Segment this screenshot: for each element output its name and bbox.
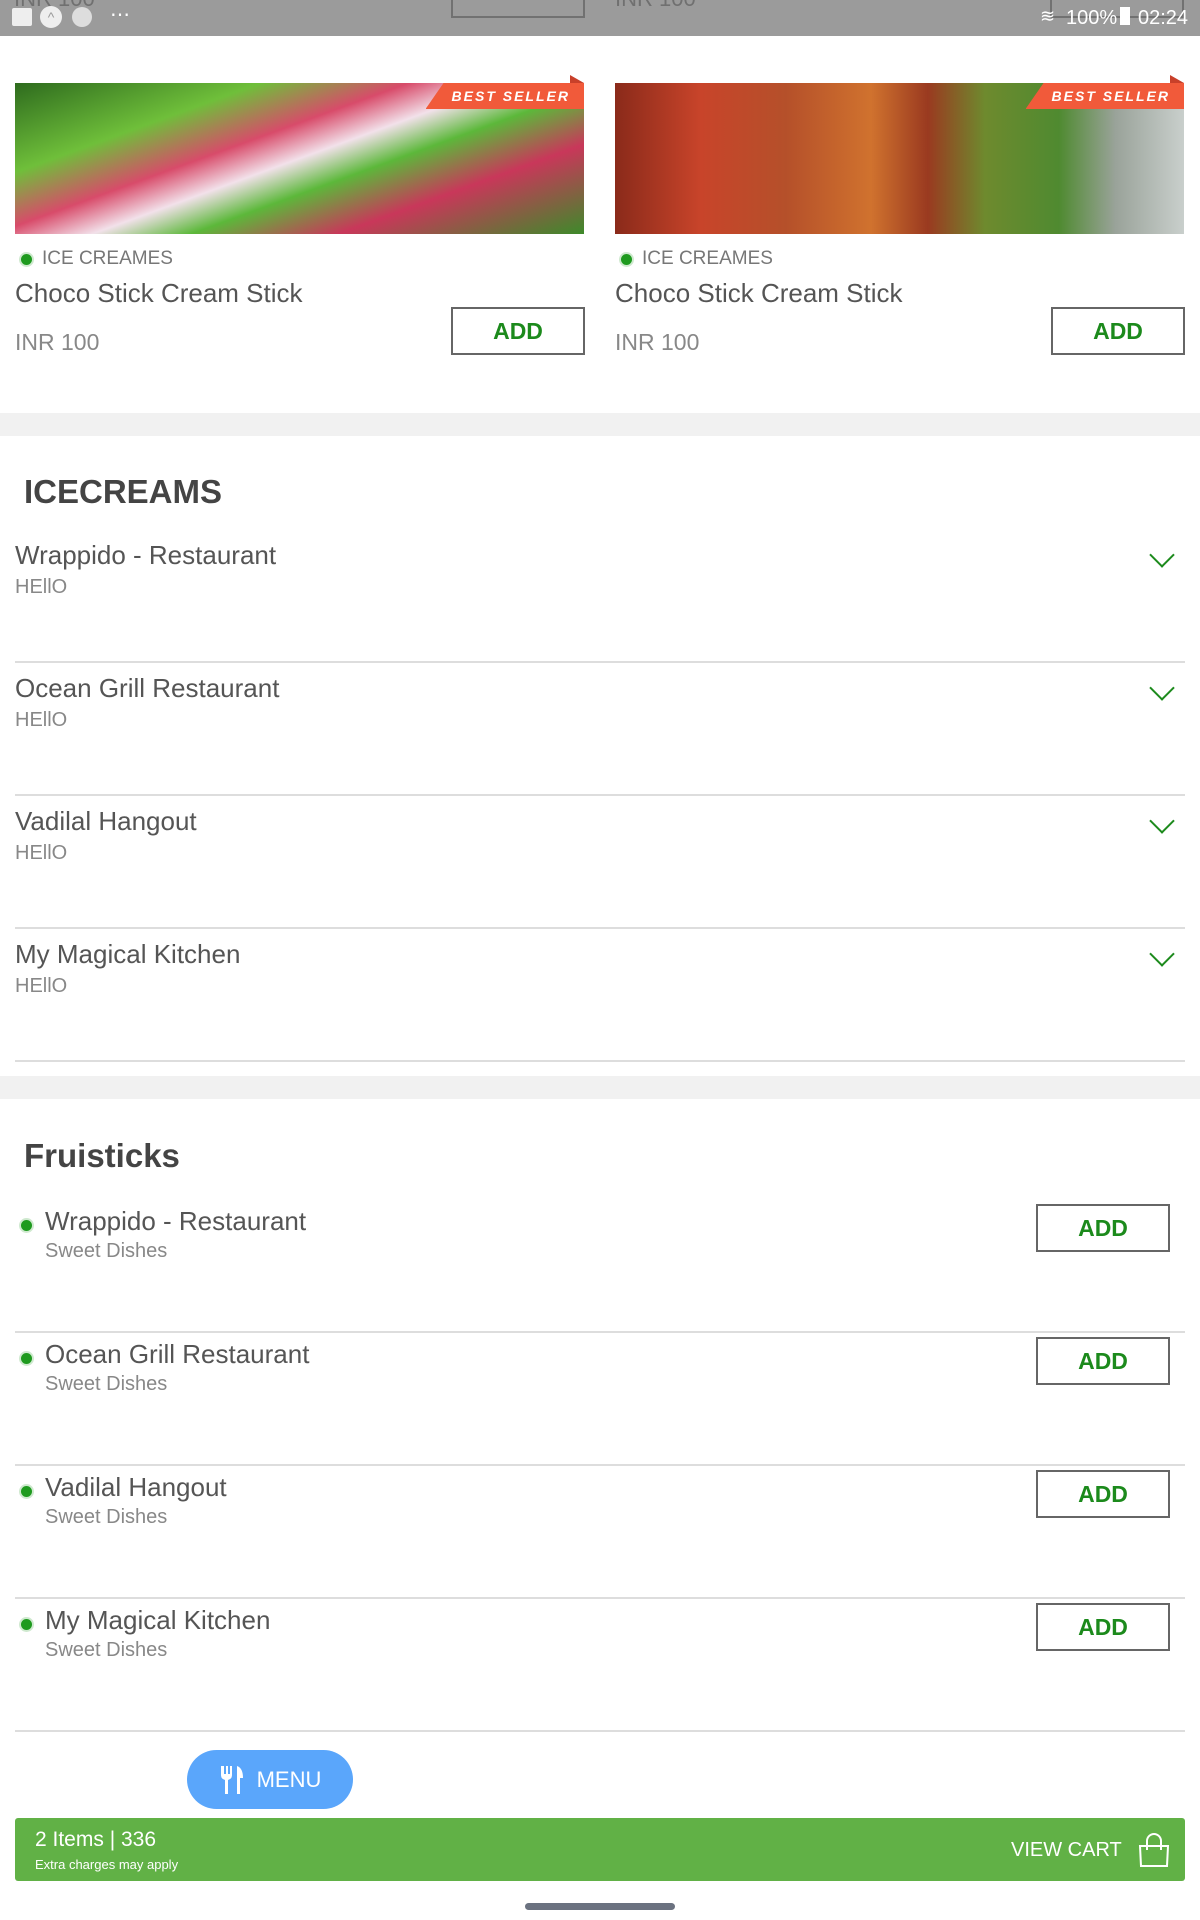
row-subtitle: Sweet Dishes [45,1373,168,1395]
home-indicator[interactable] [525,1903,675,1910]
add-button[interactable]: ADD [1036,1470,1170,1518]
row-subtitle: Sweet Dishes [45,1506,168,1528]
featured-card[interactable]: BEST SELLER ICE CREAMES Choco Stick Crea… [615,75,1185,356]
battery-level: 100% [1066,7,1118,29]
row-title: Wrappido - Restaurant [15,540,277,570]
best-seller-badge: BEST SELLER [1025,83,1184,109]
ghost-add-button [451,0,585,18]
veg-indicator-icon [19,1218,34,1233]
best-seller-badge: BEST SELLER [425,83,584,109]
row-title: Ocean Grill Restaurant [45,1339,310,1369]
badge-flag [570,75,584,83]
chevron-down-icon[interactable] [1149,941,1175,967]
veg-indicator-icon [19,251,34,267]
badge-flag [1170,75,1184,83]
chevron-down-icon[interactable] [1149,675,1175,701]
row-subtitle: Sweet Dishes [45,1639,168,1661]
battery-icon [1120,7,1130,25]
row-title: Wrappido - Restaurant [45,1206,307,1236]
veg-indicator-icon [19,1351,34,1366]
row-subtitle: HEllO [15,576,68,598]
restaurant-row[interactable]: Ocean Grill Restaurant HEllO [15,663,1185,796]
veg-indicator-icon [19,1484,34,1499]
cart-note: Extra charges may apply [35,1857,179,1872]
view-cart-label: VIEW CART [1011,1839,1122,1861]
app-icon [72,7,92,27]
row-title: Vadilal Hangout [45,1472,227,1502]
row-subtitle: HEllO [15,975,68,997]
more-icon: ⋯ [110,4,130,26]
chevron-down-icon[interactable] [1149,808,1175,834]
row-title: My Magical Kitchen [45,1605,271,1635]
view-cart-bar[interactable]: 2 Items | 336 Extra charges may apply VI… [15,1818,1185,1881]
status-bar: INR 100 INR 100 ^ ⋯ ≋ 100% 02:24 [0,0,1200,36]
row-subtitle: HEllO [15,842,68,864]
ghost-price: INR 100 [615,0,696,12]
product-row: Wrappido - Restaurant Sweet Dishes ADD [15,1200,1185,1333]
add-button[interactable]: ADD [1036,1337,1170,1385]
featured-card[interactable]: BEST SELLER ICE CREAMES Choco Stick Crea… [15,75,585,356]
section-divider [0,413,1200,436]
add-button[interactable]: ADD [451,307,585,355]
restaurant-row[interactable]: Vadilal Hangout HEllO [15,796,1185,929]
menu-label: MENU [256,1766,322,1792]
clock: 02:24 [1138,7,1189,29]
row-title: Ocean Grill Restaurant [15,673,280,703]
cart-summary: 2 Items | 336 [35,1828,157,1851]
gallery-icon [12,8,32,26]
product-row: Ocean Grill Restaurant Sweet Dishes ADD [15,1333,1185,1466]
row-title: My Magical Kitchen [15,939,241,969]
shopping-bag-icon [1138,1833,1170,1867]
veg-indicator-icon [619,251,634,267]
cutlery-icon [220,1765,243,1794]
add-button[interactable]: ADD [1051,307,1185,355]
row-title: Vadilal Hangout [15,806,197,836]
product-title: Choco Stick Cream Stick [615,278,903,308]
chevron-down-icon[interactable] [1149,542,1175,568]
product-row: My Magical Kitchen Sweet Dishes ADD [15,1599,1185,1732]
category-label: ICE CREAMES [642,248,773,269]
add-button[interactable]: ADD [1036,1603,1170,1651]
restaurant-row[interactable]: My Magical Kitchen HEllO [15,929,1185,1062]
section-heading-icecreams: ICECREAMS [24,473,223,510]
row-subtitle: HEllO [15,709,68,731]
product-image: BEST SELLER [615,75,1184,234]
notification-icon: ^ [40,6,62,28]
product-title: Choco Stick Cream Stick [15,278,303,308]
section-divider [0,1076,1200,1099]
veg-indicator-icon [19,1617,34,1632]
add-button[interactable]: ADD [1036,1204,1170,1252]
product-row: Vadilal Hangout Sweet Dishes ADD [15,1466,1185,1599]
menu-button[interactable]: MENU [187,1750,353,1809]
product-image: BEST SELLER [15,75,584,234]
section-heading-fruisticks: Fruisticks [24,1137,180,1174]
restaurant-row[interactable]: Wrappido - Restaurant HEllO [15,530,1185,663]
wifi-icon: ≋ [1040,6,1056,26]
row-subtitle: Sweet Dishes [45,1240,168,1262]
category-label: ICE CREAMES [42,248,173,269]
